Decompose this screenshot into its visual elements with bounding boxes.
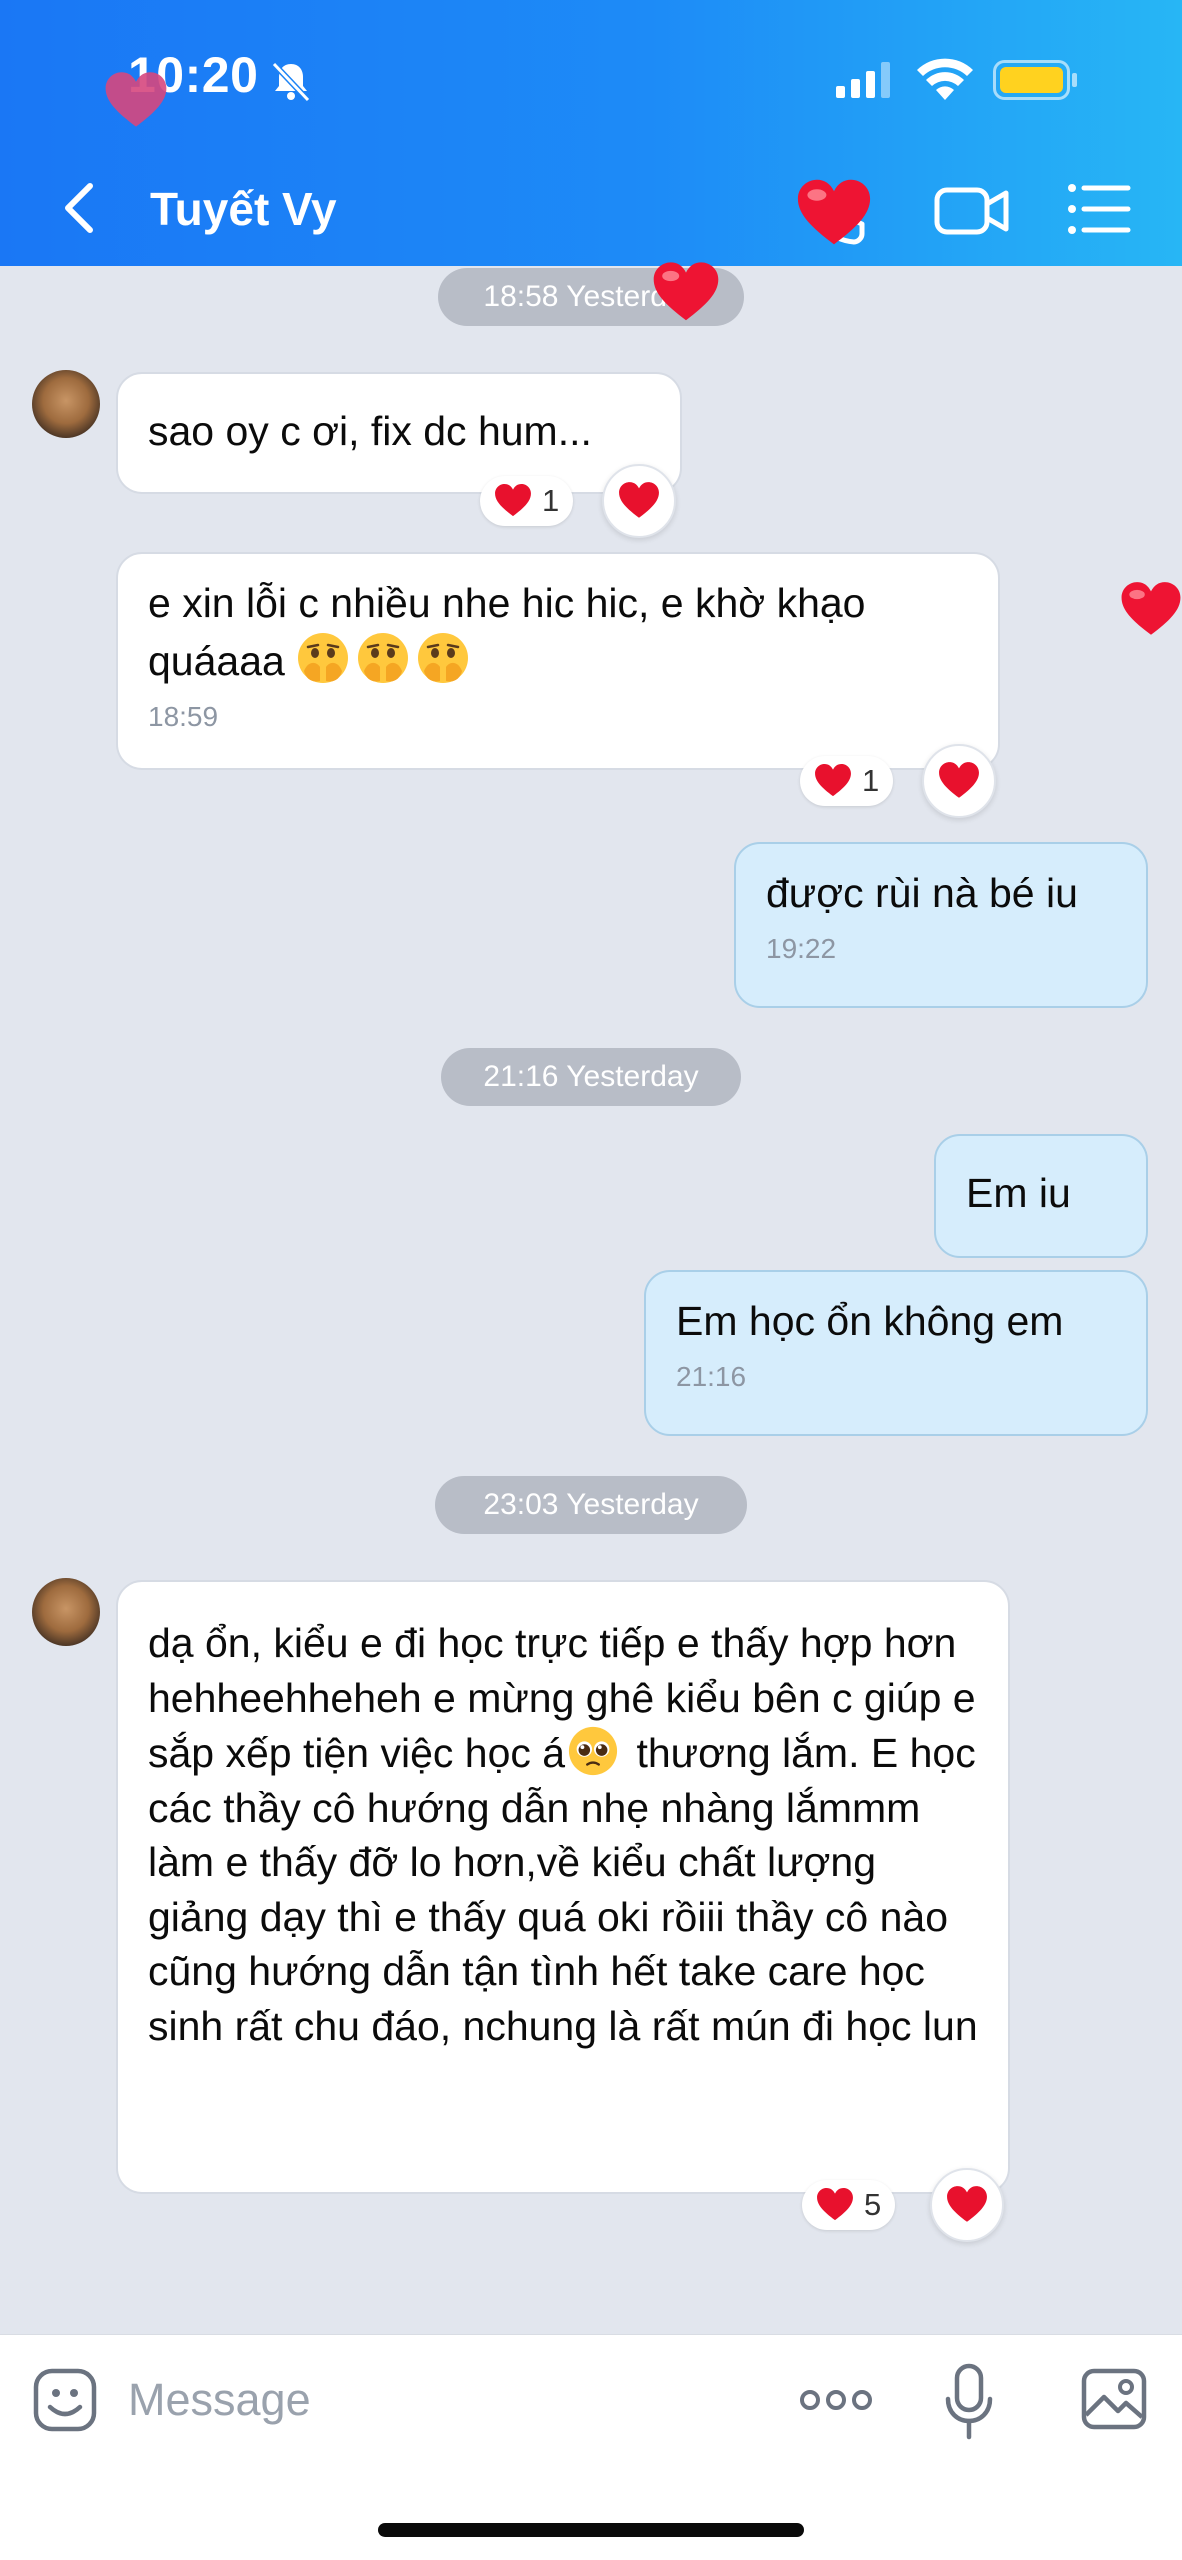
heart-icon [817,2188,853,2221]
message-text: được rùi nà bé iu [766,870,1078,916]
outgoing-message[interactable]: Em iu [934,1134,1148,1258]
outgoing-message[interactable]: Em học ổn không em 21:16 [644,1270,1148,1436]
timestamp-divider: 21:16 Yesterday [441,1048,741,1106]
reaction-count-value: 1 [862,763,880,798]
chat-header: 10:20 Tuyết Vy [0,0,1182,266]
avatar[interactable] [32,370,100,438]
heart-icon [947,2186,987,2222]
message-text: Em học ổn không em [676,1298,1064,1344]
react-button[interactable] [930,2168,1004,2242]
outgoing-message[interactable]: được rùi nà bé iu 19:22 [734,842,1148,1008]
home-indicator[interactable] [378,2523,804,2537]
react-button[interactable] [922,744,996,818]
timestamp-divider: 23:03 Yesterday [435,1476,747,1534]
heart-icon [495,484,531,517]
image-button[interactable] [1080,2367,1148,2431]
reaction-count-value: 1 [542,483,560,518]
message-text: sao oy c ơi, fix dc hum... [148,408,592,454]
heart-icon [815,764,851,797]
react-button[interactable] [602,464,676,538]
wifi-icon [917,58,973,100]
pleading-face-emoji [569,1726,618,1776]
signal-icon [836,62,890,98]
chat-title: Tuyết Vy [150,183,337,235]
battery-icon [993,60,1077,100]
reaction-count-value: 5 [864,2187,882,2222]
incoming-message[interactable]: sao oy c ơi, fix dc hum... [116,372,682,494]
incoming-message[interactable]: dạ ổn, kiểu e đi học trực tiếp e thấy hợ… [116,1580,1010,2194]
back-button[interactable] [56,178,106,238]
message-text: e xin lỗi c nhiều nhe hic hic, e khờ khạ… [148,580,866,684]
message-text-continued: thương lắm. E học các thầy cô hướng dẫn … [148,1730,978,2049]
video-call-button[interactable] [934,180,1010,242]
bell-off-icon [271,61,311,103]
floating-heart-icon [653,262,719,321]
reaction-count[interactable]: 1 [480,476,574,526]
reaction-count[interactable]: 5 [802,2180,896,2230]
floating-heart-icon [105,72,167,127]
floating-heart-icon [1121,582,1181,635]
pleading-hands-emoji [418,633,469,683]
pleading-hands-emoji [358,633,409,683]
reaction-count[interactable]: 1 [800,756,894,806]
avatar[interactable] [32,1578,100,1646]
menu-button[interactable] [1066,178,1132,240]
sticker-button[interactable] [32,2367,98,2433]
more-options-button[interactable] [798,2383,874,2417]
heart-icon [619,482,659,518]
message-time: 21:16 [676,1361,747,1392]
message-text: Em iu [966,1170,1071,1216]
message-input[interactable] [128,2365,748,2435]
heart-icon [939,762,979,798]
microphone-button[interactable] [944,2363,994,2441]
message-time: 18:59 [148,701,219,732]
message-time: 19:22 [766,933,837,964]
pleading-hands-emoji [298,633,349,683]
floating-heart-icon [797,179,871,245]
incoming-message[interactable]: e xin lỗi c nhiều nhe hic hic, e khờ khạ… [116,552,1000,770]
